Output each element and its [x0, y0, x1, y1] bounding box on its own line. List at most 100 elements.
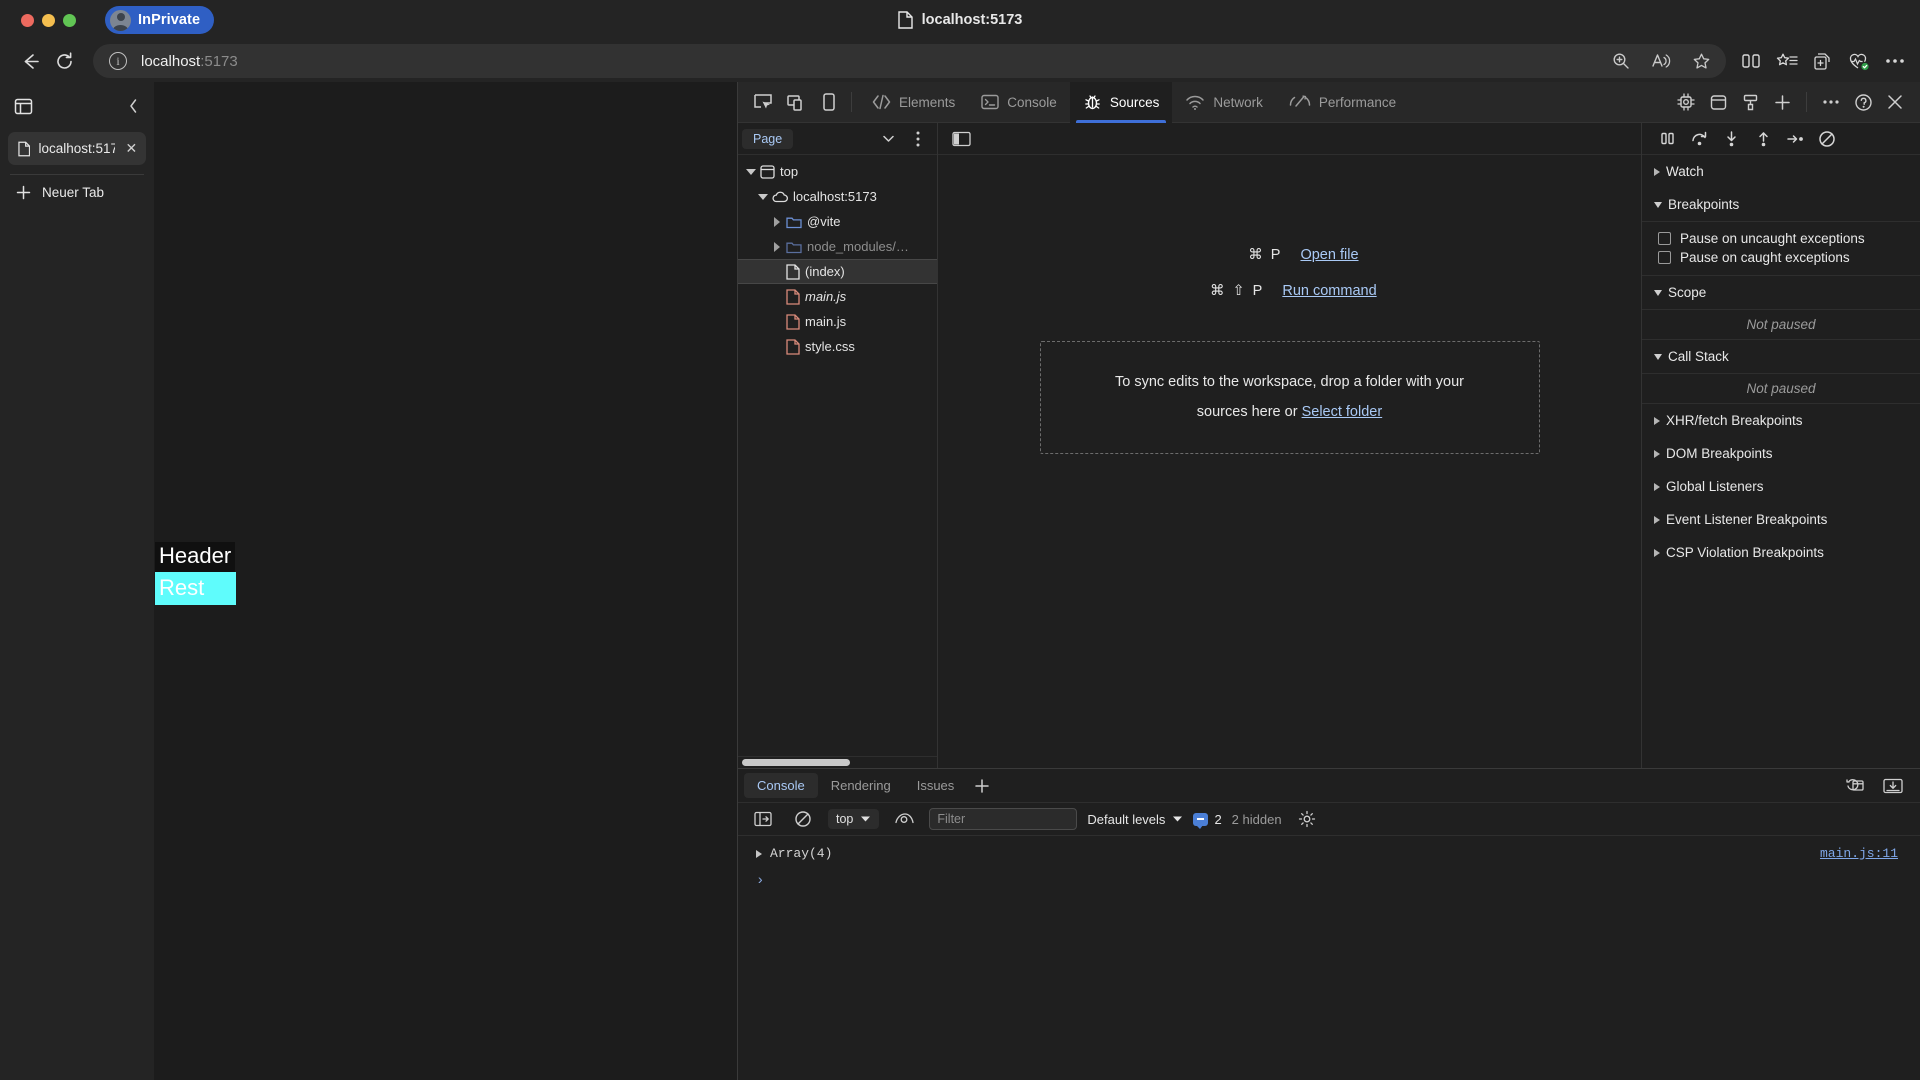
dropzone-line2-prefix: sources here or	[1196, 404, 1302, 421]
zoom-icon[interactable]	[1606, 46, 1636, 76]
step-out-icon[interactable]	[1750, 127, 1776, 151]
more-options-icon[interactable]	[1816, 87, 1846, 117]
collections-star-icon[interactable]	[1772, 46, 1802, 76]
tab-console[interactable]: Console	[968, 82, 1070, 123]
select-folder-link[interactable]: Select folder	[1302, 404, 1383, 420]
memory-chip-icon[interactable]	[1671, 87, 1701, 117]
more-vertical-icon[interactable]	[903, 124, 933, 154]
section-dom-breakpoints[interactable]: DOM Breakpoints	[1642, 437, 1920, 470]
inspect-element-icon[interactable]	[748, 87, 778, 117]
tree-item-node-modules[interactable]: node_modules/…	[738, 234, 937, 259]
device-toolbar-icon[interactable]	[781, 87, 811, 117]
dock-drawer-icon[interactable]	[1878, 771, 1908, 801]
browser-window: InPrivate localhost:5173 i localhost:517…	[0, 0, 1920, 1080]
tree-item-index[interactable]: (index)	[738, 259, 937, 284]
favorite-star-icon[interactable]	[1686, 46, 1716, 76]
section-scope[interactable]: Scope	[1642, 276, 1920, 309]
run-command-link[interactable]: Run command	[1282, 283, 1376, 299]
tree-label: main.js	[805, 314, 847, 329]
section-global-listeners[interactable]: Global Listeners	[1642, 470, 1920, 503]
tree-item-main-js-vite[interactable]: main.js	[738, 284, 937, 309]
twisty-down-icon[interactable]	[754, 193, 772, 200]
workspace-dropzone[interactable]: To sync edits to the workspace, drop a f…	[1039, 341, 1540, 454]
read-aloud-icon[interactable]	[1646, 46, 1676, 76]
application-storage-icon[interactable]	[1703, 87, 1733, 117]
section-xhr-breakpoints[interactable]: XHR/fetch Breakpoints	[1642, 404, 1920, 437]
console-prompt[interactable]: ›	[738, 867, 1920, 895]
close-devtools-icon[interactable]	[1880, 87, 1910, 117]
triangle-right-icon[interactable]	[756, 849, 762, 858]
section-call-stack[interactable]: Call Stack	[1642, 340, 1920, 373]
tree-item-localhost[interactable]: localhost:5173	[738, 184, 937, 209]
new-tab-button[interactable]: Neuer Tab	[0, 175, 154, 200]
deactivate-breakpoints-icon[interactable]	[1814, 127, 1840, 151]
pause-uncaught-row[interactable]: Pause on uncaught exceptions	[1642, 229, 1920, 248]
tree-item-main-js[interactable]: main.js	[738, 309, 937, 334]
step-into-icon[interactable]	[1718, 127, 1744, 151]
tree-item-top[interactable]: top	[738, 159, 937, 184]
section-csp-violation-breakpoints[interactable]: CSP Violation Breakpoints	[1642, 536, 1920, 569]
vertical-tab-localhost[interactable]: localhost:517 ✕	[8, 132, 146, 165]
navigator-view-dropdown[interactable]: Page	[742, 128, 794, 149]
clear-console-icon[interactable]	[788, 804, 818, 834]
tab-network[interactable]: Network	[1172, 82, 1276, 123]
tree-item-style-css[interactable]: style.css	[738, 334, 937, 359]
help-question-icon[interactable]	[1848, 87, 1878, 117]
show-navigator-icon[interactable]	[946, 124, 976, 154]
close-window-button[interactable]	[21, 13, 34, 27]
site-info-icon[interactable]: i	[109, 52, 127, 70]
step-over-icon[interactable]	[1686, 127, 1712, 151]
tab-actions-icon[interactable]	[14, 97, 33, 116]
browser-essentials-icon[interactable]	[1844, 46, 1874, 76]
navigator-horizontal-scrollbar[interactable]	[738, 756, 937, 768]
section-event-listener-breakpoints[interactable]: Event Listener Breakpoints	[1642, 503, 1920, 536]
section-breakpoints[interactable]: Breakpoints	[1642, 188, 1920, 221]
console-log-row[interactable]: Array(4) main.js:11	[738, 840, 1920, 867]
settings-more-icon[interactable]	[1880, 46, 1910, 76]
tab-performance[interactable]: Performance	[1276, 82, 1409, 123]
split-screen-icon[interactable]	[1736, 46, 1766, 76]
console-filter-input[interactable]: Filter	[929, 808, 1078, 830]
recorder-paintbrush-icon[interactable]	[1735, 87, 1765, 117]
reload-icon[interactable]	[47, 44, 81, 78]
close-tab-icon[interactable]: ✕	[123, 140, 140, 157]
plus-icon[interactable]	[967, 771, 997, 801]
open-file-link[interactable]: Open file	[1300, 247, 1358, 263]
gear-icon[interactable]	[1292, 804, 1322, 834]
twisty-right-icon[interactable]	[768, 216, 786, 227]
twisty-right-icon[interactable]	[768, 241, 786, 252]
inprivate-profile-button[interactable]: InPrivate	[105, 6, 215, 34]
message-count-value: 2	[1214, 811, 1222, 827]
section-watch[interactable]: Watch	[1642, 155, 1920, 188]
minimize-window-button[interactable]	[42, 13, 55, 27]
device-frame-icon[interactable]	[814, 87, 844, 117]
console-levels-dropdown[interactable]: Default levels	[1087, 812, 1183, 827]
pause-caught-row[interactable]: Pause on caught exceptions	[1642, 248, 1920, 267]
twisty-down-icon[interactable]	[742, 168, 760, 175]
chevron-down-icon[interactable]	[873, 124, 903, 154]
pause-resume-icon[interactable]	[1654, 127, 1680, 151]
pause-caught-checkbox[interactable]	[1658, 251, 1671, 264]
console-message-count: 2	[1193, 811, 1222, 829]
collapse-tabstrip-button[interactable]	[127, 98, 140, 114]
address-bar[interactable]: i localhost:5173	[93, 44, 1726, 78]
console-sidebar-icon[interactable]	[748, 804, 778, 834]
maximize-window-button[interactable]	[63, 13, 76, 27]
pause-uncaught-checkbox[interactable]	[1658, 232, 1671, 245]
tab-sources[interactable]: Sources	[1069, 81, 1173, 123]
scrollbar-thumb[interactable]	[742, 759, 850, 766]
drawer-tab-issues[interactable]: Issues	[904, 773, 968, 798]
console-settings-history-icon[interactable]	[1840, 771, 1870, 801]
tab-elements[interactable]: Elements	[859, 82, 968, 123]
title-bar: InPrivate localhost:5173	[0, 0, 1920, 40]
tree-item-vite[interactable]: @vite	[738, 209, 937, 234]
console-log-source-link[interactable]: main.js:11	[1820, 846, 1898, 861]
live-expression-icon[interactable]	[889, 804, 919, 834]
back-arrow-icon[interactable]	[13, 44, 47, 78]
drawer-tab-rendering[interactable]: Rendering	[818, 773, 904, 798]
add-collection-icon[interactable]	[1808, 46, 1838, 76]
drawer-tab-console[interactable]: Console	[744, 773, 818, 798]
step-icon[interactable]	[1782, 127, 1808, 151]
add-panel-plus-icon[interactable]	[1767, 87, 1797, 117]
console-context-dropdown[interactable]: top	[828, 809, 880, 829]
